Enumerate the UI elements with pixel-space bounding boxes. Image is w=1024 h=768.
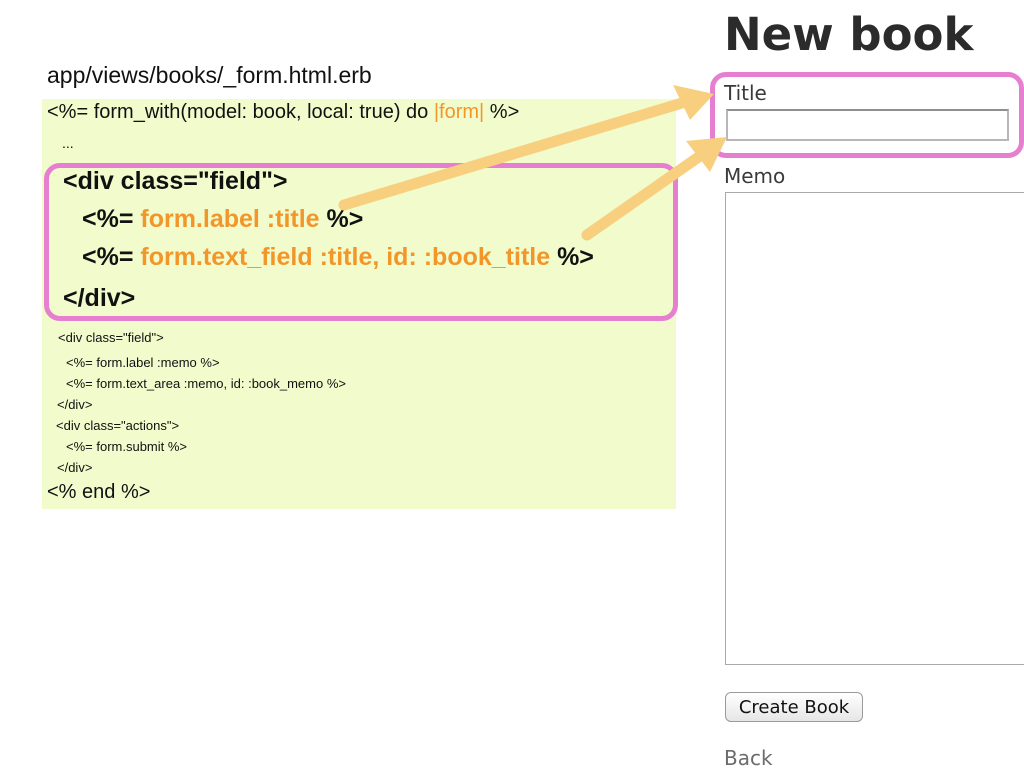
code-memo-text-area: <%= form.text_area :memo, id: :book_memo… [66, 376, 346, 391]
code-submit: <%= form.submit %> [66, 439, 188, 454]
code-end: <% end %> [47, 481, 151, 503]
page-title: New book [724, 8, 974, 61]
back-link[interactable]: Back [724, 746, 773, 768]
code-memo-div-close: </div> [57, 397, 93, 412]
file-path-caption: app/views/books/_form.html.erb [47, 62, 372, 88]
code-memo-div-open: <div class="field"> [58, 330, 164, 345]
memo-textarea[interactable] [725, 192, 1024, 665]
code-form-with-prefix: <%= form_with(model: book, local: true) … [47, 101, 434, 123]
title-callout-box [710, 72, 1024, 158]
memo-label: Memo [724, 164, 786, 188]
code-line-form-with: <%= form_with(model: book, local: true) … [47, 101, 519, 124]
code-actions-div-open: <div class="actions"> [56, 418, 180, 433]
code-block-var: |form| [433, 101, 485, 123]
code-form-with-suffix: %> [484, 101, 520, 123]
create-book-button[interactable]: Create Book [725, 692, 863, 722]
code-actions-div-close: </div> [57, 460, 93, 475]
code-memo-label: <%= form.label :memo %> [66, 355, 220, 370]
code-ellipsis: ... [62, 135, 74, 151]
slide-canvas: app/views/books/_form.html.erb <%= form_… [0, 0, 1024, 768]
code-callout-box [44, 163, 678, 321]
